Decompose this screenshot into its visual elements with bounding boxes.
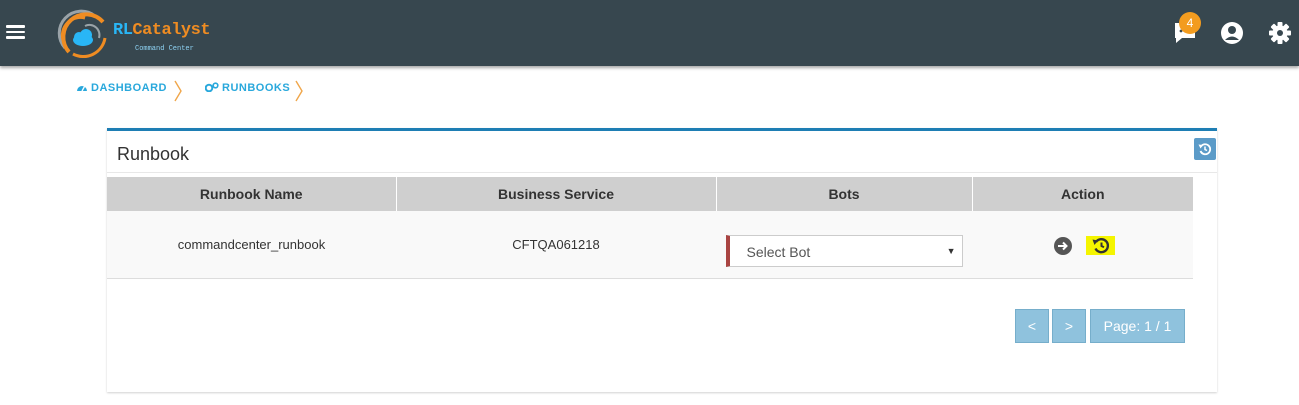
- table-header-row: Runbook Name Business Service Bots Actio…: [107, 177, 1193, 211]
- history-icon: [1092, 237, 1110, 254]
- panel-refresh-button[interactable]: [1194, 138, 1216, 160]
- business-service-text: CFTQA061218: [512, 237, 600, 252]
- logo-catalyst: Catalyst: [132, 21, 211, 40]
- prev-page-button[interactable]: <: [1015, 309, 1049, 343]
- dashboard-icon: [77, 86, 87, 92]
- breadcrumb-runbooks[interactable]: RUNBOOKS: [204, 82, 291, 94]
- menu-icon[interactable]: [6, 22, 25, 40]
- run-button[interactable]: [1052, 235, 1074, 257]
- user-icon[interactable]: [1219, 20, 1245, 46]
- breadcrumb-runbooks-label: RUNBOOKS: [222, 82, 291, 94]
- table-row: commandcenter_runbook CFTQA061218 Select…: [107, 211, 1193, 279]
- logo-rl: RL: [113, 21, 133, 40]
- column-header-runbook-name[interactable]: Runbook Name: [107, 177, 397, 211]
- runbook-name-text: commandcenter_runbook: [177, 237, 326, 252]
- cell-action: [972, 211, 1193, 279]
- runbook-table: Runbook Name Business Service Bots Actio…: [107, 177, 1193, 279]
- panel-title: Runbook: [117, 144, 190, 164]
- column-header-action: Action: [972, 177, 1193, 211]
- next-page-button[interactable]: >: [1052, 309, 1086, 343]
- app-logo[interactable]: RLCatalyst Command Center: [55, 8, 211, 60]
- arrow-circle-right-icon: [1054, 237, 1072, 255]
- runbook-panel: Runbook Runbook Name Business Service Bo…: [107, 128, 1217, 392]
- breadcrumb-dashboard[interactable]: DASHBOARD: [76, 82, 167, 94]
- logo-text: RLCatalyst: [113, 21, 211, 40]
- chevron-right-icon: [295, 80, 303, 102]
- notification-badge: 4: [1179, 12, 1201, 34]
- chevron-right-icon: [174, 80, 182, 102]
- column-header-business-service[interactable]: Business Service: [396, 177, 717, 211]
- breadcrumb-dashboard-label: DASHBOARD: [91, 82, 167, 94]
- column-header-bots[interactable]: Bots: [716, 177, 973, 211]
- page-indicator: Page: 1 / 1: [1090, 309, 1185, 343]
- select-bot-value: Select Bot: [746, 244, 811, 260]
- cell-business-service: CFTQA061218: [396, 211, 716, 279]
- logo-tagline: Command Center: [135, 45, 194, 53]
- history-icon: [1198, 143, 1212, 156]
- cell-runbook-name: commandcenter_runbook: [107, 211, 396, 279]
- cell-bots: Select Bot ▼: [716, 211, 972, 279]
- logo-swirl-icon: [57, 9, 107, 59]
- panel-divider: [107, 172, 1217, 173]
- history-button[interactable]: [1086, 236, 1115, 255]
- cogs-icon: [204, 82, 219, 93]
- dropdown-arrow-icon: ▼: [946, 246, 956, 256]
- gear-icon[interactable]: [1267, 20, 1293, 46]
- select-bot-dropdown[interactable]: Select Bot ▼: [725, 235, 963, 267]
- top-navbar: RLCatalyst Command Center 4: [0, 0, 1299, 66]
